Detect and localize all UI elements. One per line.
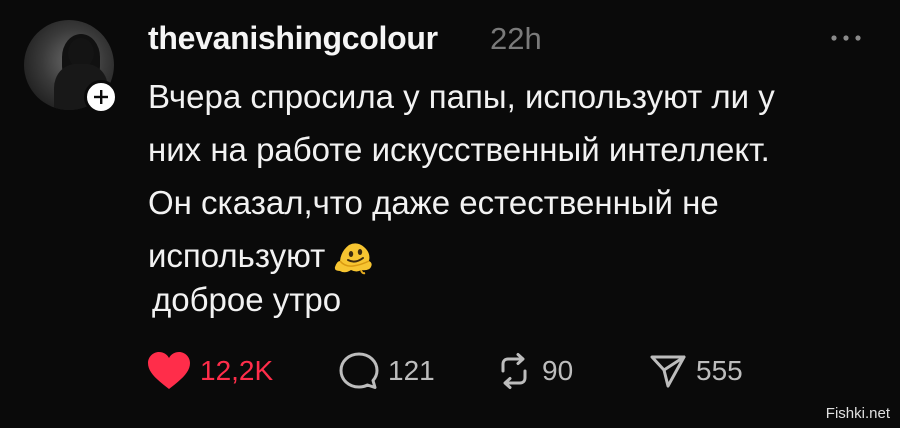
comment-bubble-icon <box>339 352 379 389</box>
send-icon <box>650 355 686 388</box>
more-options-button[interactable] <box>826 28 866 48</box>
heart-icon <box>148 352 190 389</box>
post-text-line: Вчера спросила у папы, используют ли у <box>148 78 775 115</box>
like-button[interactable]: 12,2K <box>146 350 273 392</box>
post-text: Вчера спросила у папы, используют ли у н… <box>148 70 878 282</box>
melting-face-emoji <box>335 243 372 275</box>
repost-button[interactable]: 90 <box>494 350 573 392</box>
reply-count: 121 <box>388 355 435 386</box>
watermark: Fishki.net <box>825 405 890 422</box>
thread-post: thevanishingcolour 22h Вчера спросила у … <box>0 0 900 428</box>
like-count: 12,2K <box>200 355 274 386</box>
repost-count: 90 <box>542 355 574 386</box>
username[interactable]: thevanishingcolour <box>148 20 438 57</box>
plus-icon <box>94 90 108 104</box>
post-text-line-content: используют <box>148 237 326 274</box>
more-dots-icon <box>831 35 861 41</box>
post-text-line: Он сказал,что даже естественный не <box>148 184 719 221</box>
post-text-line-last: используют <box>148 229 878 282</box>
repost-icon <box>501 353 527 389</box>
follow-button[interactable] <box>84 80 118 114</box>
share-count: 555 <box>696 355 743 386</box>
post-text-line: них на работе искусственный интеллект. <box>148 131 770 168</box>
reply-button[interactable]: 121 <box>338 350 435 392</box>
post-timestamp: 22h <box>490 21 542 56</box>
share-button[interactable]: 555 <box>648 350 743 392</box>
post-text-extra: доброе утро <box>152 281 342 318</box>
